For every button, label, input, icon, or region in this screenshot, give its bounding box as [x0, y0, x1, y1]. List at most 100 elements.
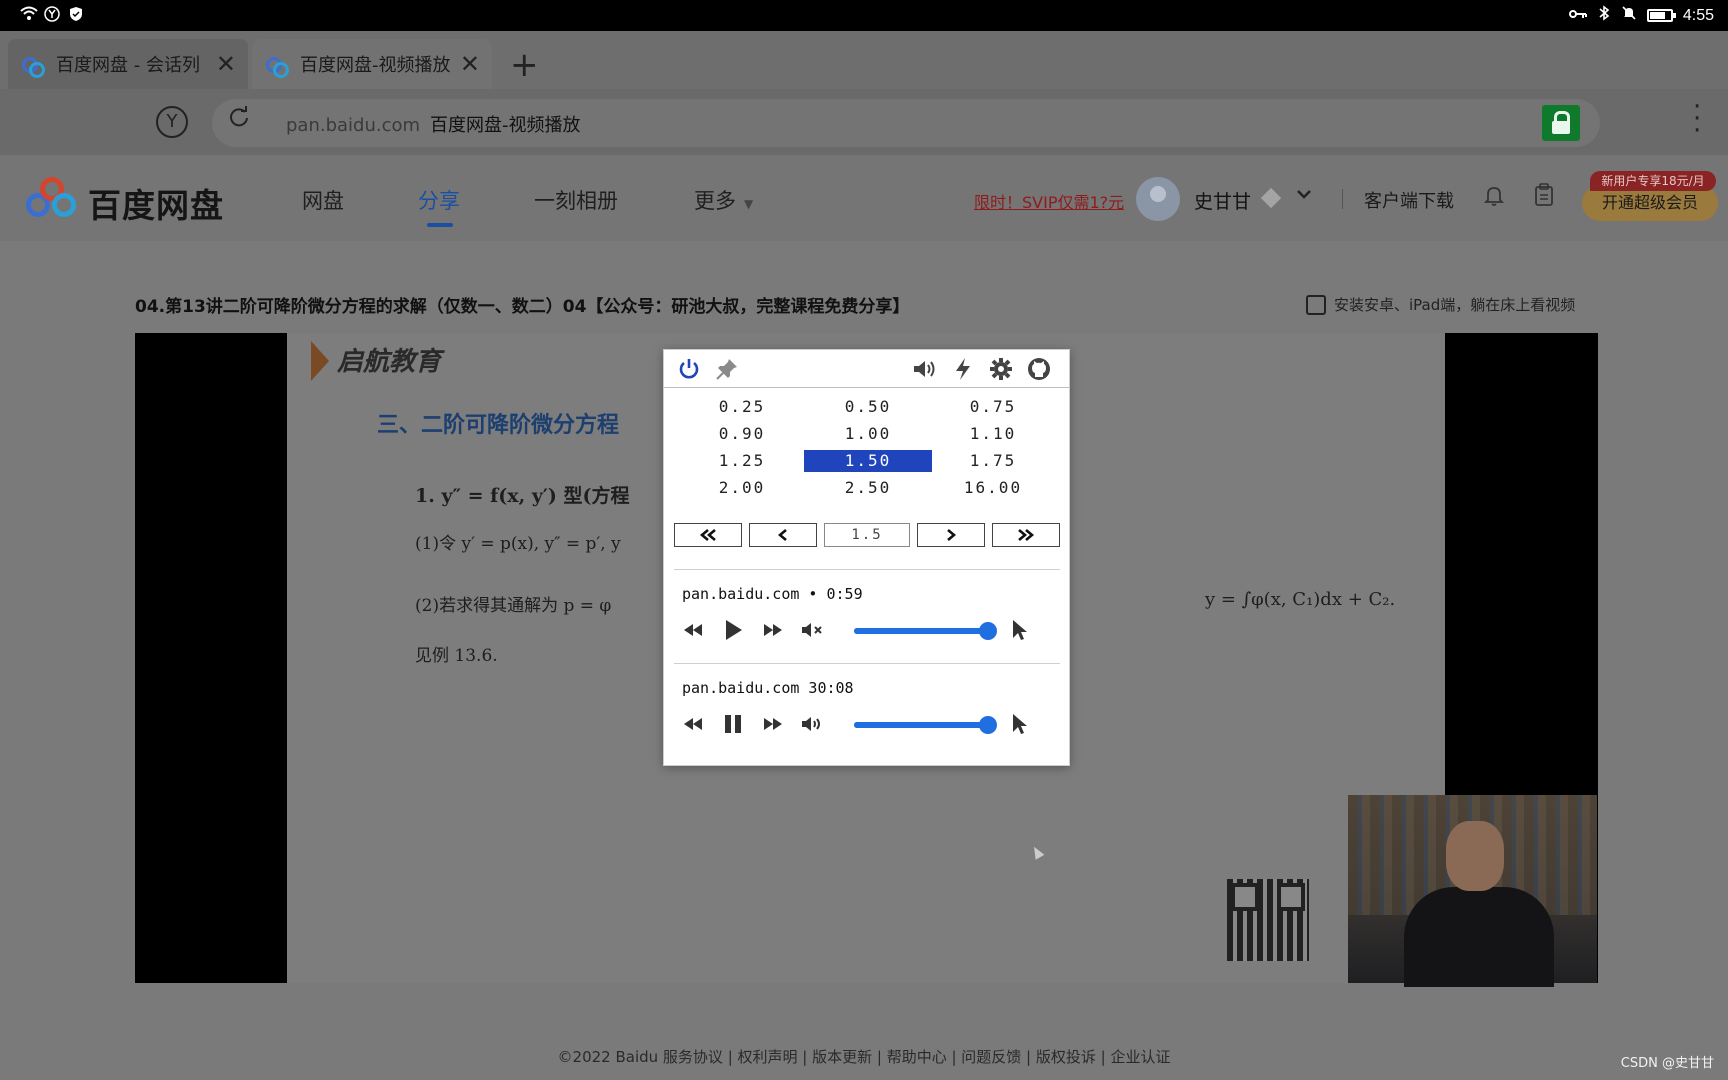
power-icon[interactable]	[676, 356, 702, 382]
active-nav-indicator	[427, 223, 453, 227]
volume-slider[interactable]	[854, 716, 997, 734]
cursor-pointer-icon[interactable]	[1006, 712, 1032, 736]
speed-option[interactable]: 2.00	[680, 477, 804, 499]
speed-option[interactable]: 0.90	[680, 423, 804, 445]
nav-netdisk[interactable]: 网盘	[302, 185, 344, 215]
speed-option[interactable]: 0.25	[680, 396, 804, 418]
battery-icon	[1646, 9, 1676, 22]
tablet-icon	[1306, 294, 1326, 315]
svip-promo-link[interactable]: 限时！SVIP仅需1?元	[974, 189, 1124, 213]
install-app-hint[interactable]: 安装安卓、iPad端，躺在床上看视频	[1306, 294, 1575, 315]
divider	[674, 663, 1060, 664]
qr-code	[1227, 879, 1309, 961]
cursor-pointer-icon[interactable]	[1006, 618, 1032, 642]
url-text[interactable]: pan.baidu.com 百度网盘-视频播放	[286, 111, 581, 137]
tab-baidu-video[interactable]: 百度网盘-视频播放 ✕	[252, 39, 492, 89]
popup-toolbar	[664, 350, 1069, 388]
volume-icon[interactable]	[912, 356, 938, 382]
browser-menu-y-button[interactable]: Y	[156, 106, 188, 138]
speed-option-selected[interactable]: 1.50	[804, 450, 932, 472]
speed-option[interactable]: 0.75	[932, 396, 1054, 418]
double-chevron-left-icon	[699, 529, 716, 541]
slide-line: 见例 13.6.	[415, 646, 498, 666]
speed-increase-large-button[interactable]	[992, 523, 1060, 547]
speed-preset-grid: 0.25 0.50 0.75 0.90 1.00 1.10 1.25 1.50 …	[680, 396, 1054, 499]
bell-icon[interactable]	[1483, 185, 1505, 213]
volume-knob[interactable]	[979, 716, 997, 734]
nav-album[interactable]: 一刻相册	[534, 185, 618, 215]
tab-title: 百度网盘-视频播放	[300, 55, 451, 76]
install-hint-text: 安装安卓、iPad端，躺在床上看视频	[1334, 296, 1576, 314]
slide-line: 1. y″ = f(x, y′) 型(方程	[415, 485, 630, 507]
double-chevron-right-icon	[1018, 529, 1035, 541]
client-download-link[interactable]: 客户端下载	[1364, 187, 1454, 213]
volume-fill	[854, 628, 988, 634]
muted-speaker-icon[interactable]	[800, 618, 826, 642]
pin-icon[interactable]	[714, 356, 740, 382]
speed-option[interactable]: 0.50	[804, 396, 932, 418]
close-tab-icon[interactable]: ✕	[216, 50, 236, 78]
bluetooth-icon	[1597, 5, 1611, 26]
speed-option[interactable]: 1.75	[932, 450, 1054, 472]
lightning-icon[interactable]	[950, 356, 976, 382]
url-page-title: 百度网盘-视频播放	[430, 115, 581, 136]
more-menu-icon[interactable]: · · ·	[1693, 94, 1701, 144]
chevron-right-icon	[947, 529, 956, 541]
video-title: 04.第13讲二阶可降阶微分方程的求解（仅数一、数二）04【公众号：研池大叔，完…	[135, 297, 910, 317]
new-tab-button[interactable]: +	[510, 45, 539, 85]
wifi-icon	[20, 6, 38, 24]
browser-tab-strip: 百度网盘 - 会话列 ✕ 百度网盘-视频播放 ✕ +	[0, 31, 1728, 89]
clipboard-icon[interactable]	[1534, 183, 1554, 213]
username[interactable]: 史甘甘	[1194, 187, 1251, 214]
volume-slider[interactable]	[854, 622, 997, 640]
speed-increase-button[interactable]	[917, 523, 985, 547]
speed-option[interactable]: 2.50	[804, 477, 932, 499]
media-source-label: pan.baidu.com 30:08	[682, 679, 854, 697]
gear-icon[interactable]	[988, 356, 1014, 382]
media-controls	[680, 709, 1060, 739]
chevron-left-icon	[778, 529, 787, 541]
page-footer[interactable]: ©2022 Baidu 服务协议 | 权利声明 | 版本更新 | 帮助中心 | …	[0, 1046, 1728, 1067]
reload-icon[interactable]	[228, 105, 250, 135]
speed-decrease-button[interactable]	[749, 523, 817, 547]
tab-baidu-sessions[interactable]: 百度网盘 - 会话列 ✕	[8, 39, 248, 89]
close-tab-icon[interactable]: ✕	[460, 50, 480, 78]
slide-brand: 启航教育	[337, 347, 442, 377]
chevron-down-icon[interactable]	[1296, 183, 1312, 204]
baidu-netdisk-logo-icon[interactable]	[26, 177, 80, 223]
url-domain: pan.baidu.com	[286, 115, 421, 136]
pause-icon[interactable]	[720, 712, 746, 736]
play-icon[interactable]	[720, 618, 746, 642]
nav-more[interactable]: 更多 ▼	[694, 185, 753, 215]
github-icon[interactable]	[1026, 356, 1052, 382]
divider	[674, 569, 1060, 570]
speed-option[interactable]: 1.25	[680, 450, 804, 472]
speed-option[interactable]: 16.00	[932, 477, 1054, 499]
divider	[1342, 189, 1343, 209]
fast-forward-icon[interactable]	[760, 712, 786, 736]
browser-y-icon	[44, 6, 62, 24]
qihang-logo-icon	[311, 341, 329, 381]
clock: 4:55	[1682, 6, 1714, 24]
baidu-netdisk-favicon	[20, 53, 45, 78]
speed-option[interactable]: 1.00	[804, 423, 932, 445]
baidu-netdisk-favicon	[264, 53, 289, 78]
shield-icon	[68, 6, 86, 24]
rewind-icon[interactable]	[680, 618, 706, 642]
avatar[interactable]	[1136, 177, 1180, 221]
media-controls	[680, 615, 1060, 645]
slide-line: y = ∫φ(x, C₁)dx + C₂.	[1205, 589, 1396, 610]
logo-text[interactable]: 百度网盘	[88, 179, 224, 227]
new-user-badge: 新用户专享18元/月	[1590, 171, 1716, 191]
speed-option[interactable]: 1.10	[932, 423, 1054, 445]
nav-share[interactable]: 分享	[418, 185, 460, 215]
speaker-icon[interactable]	[800, 712, 826, 736]
lock-icon[interactable]	[1542, 105, 1580, 141]
slide-line: (2)若求得其通解为 p = φ	[415, 596, 612, 616]
volume-knob[interactable]	[979, 622, 997, 640]
slide-heading: 三、二阶可降阶微分方程	[377, 413, 620, 438]
fast-forward-icon[interactable]	[760, 618, 786, 642]
rewind-icon[interactable]	[680, 712, 706, 736]
speed-decrease-large-button[interactable]	[674, 523, 742, 547]
speed-value-input[interactable]: 1.5	[824, 523, 910, 547]
